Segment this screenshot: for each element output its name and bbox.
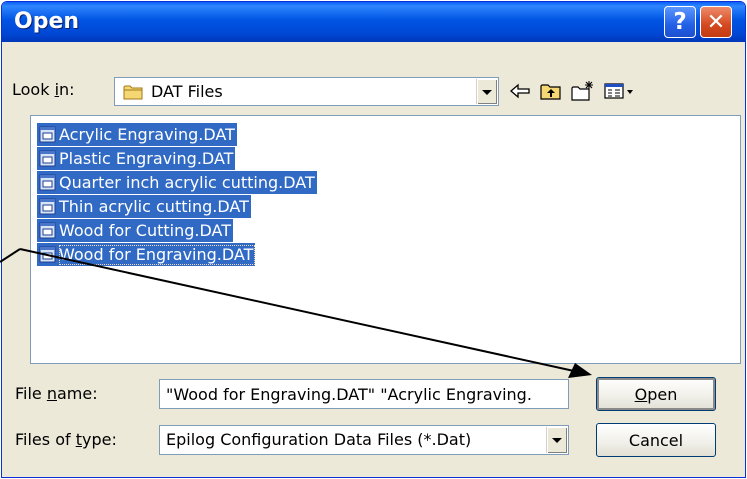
file-name: Plastic Engraving.DAT [59,148,234,168]
dat-file-icon [39,174,56,191]
open-button-label: pen [647,384,678,404]
look-in-dropdown-arrow[interactable] [476,79,497,104]
file-item[interactable]: Plastic Engraving.DAT [37,147,236,170]
file-name-label: File name: [15,384,98,403]
view-menu-button[interactable] [602,78,636,104]
help-icon: ? [673,9,687,35]
dat-file-icon [39,222,56,239]
close-icon: ✕ [706,9,726,35]
file-item[interactable]: Acrylic Engraving.DAT [37,123,237,146]
dat-file-icon [39,198,56,215]
file-item[interactable]: Quarter inch acrylic cutting.DAT [37,171,317,194]
file-list[interactable]: Acrylic Engraving.DAT Plastic Engraving.… [30,115,741,364]
look-in-label: Look in: [12,80,75,99]
open-button[interactable]: Open [596,377,716,411]
look-in-value: DAT Files [151,82,223,101]
file-type-label: Files of type: [15,430,117,449]
file-name: Quarter inch acrylic cutting.DAT [59,172,315,192]
help-button[interactable]: ? [664,6,696,38]
dialog-title: Open [14,9,80,34]
cancel-button[interactable]: Cancel [596,423,716,457]
title-bar[interactable]: Open ? ✕ [2,2,745,42]
file-item[interactable]: Wood for Engraving.DAT [37,243,256,266]
file-name: Thin acrylic cutting.DAT [59,196,249,216]
view-menu-icon [604,83,633,99]
open-dialog: Open ? ✕ Look in: DAT Files Acrylic Engr… [1,1,746,478]
new-folder-icon [571,81,593,101]
file-type-dropdown[interactable]: Epilog Configuration Data Files (*.Dat) [159,425,569,455]
file-name: Acrylic Engraving.DAT [59,124,235,144]
dat-file-icon [39,126,56,143]
close-button[interactable]: ✕ [700,6,732,38]
file-type-dropdown-arrow[interactable] [546,427,567,453]
file-name-field[interactable] [159,379,569,409]
up-folder-button[interactable] [538,78,564,104]
file-name: Wood for Engraving.DAT [59,244,256,265]
back-button[interactable] [507,78,533,104]
file-type-value: Epilog Configuration Data Files (*.Dat) [166,430,472,449]
new-folder-button[interactable] [570,78,596,104]
folder-icon [123,85,143,100]
dat-file-icon [39,246,56,263]
dat-file-icon [39,150,56,167]
back-arrow-icon [510,83,530,99]
open-button-accel: O [634,384,648,404]
look-in-dropdown[interactable]: DAT Files [114,77,499,106]
up-folder-icon [540,84,561,100]
file-name: Wood for Cutting.DAT [59,220,231,240]
file-item[interactable]: Wood for Cutting.DAT [37,219,233,242]
file-item[interactable]: Thin acrylic cutting.DAT [37,195,251,218]
file-name-input[interactable] [160,380,568,408]
